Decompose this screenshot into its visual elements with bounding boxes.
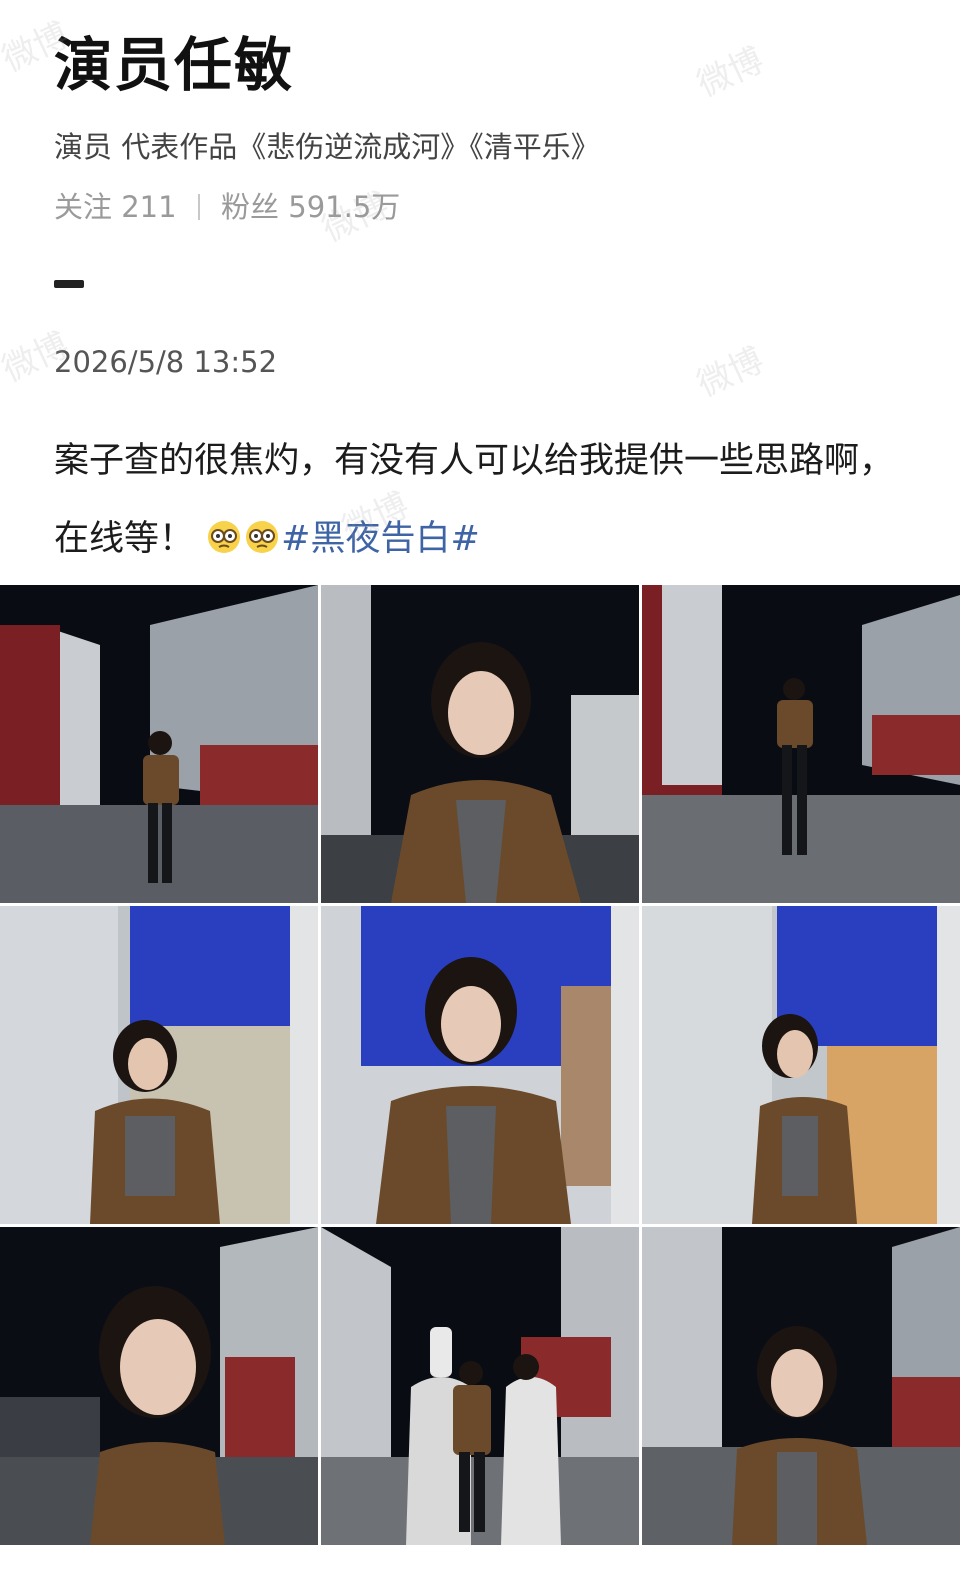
photo-4[interactable] [0, 906, 318, 1224]
photo-3[interactable] [642, 585, 960, 903]
confused-glasses-emoji-icon [244, 505, 280, 553]
confused-glasses-emoji-icon [206, 505, 242, 553]
followers-count[interactable]: 591.5万 [288, 190, 400, 224]
profile-description: 演员 代表作品《悲伤逆流成河》《清平乐》 [54, 130, 600, 164]
photo-8[interactable] [321, 1227, 639, 1545]
photo-7[interactable] [0, 1227, 318, 1545]
followers-label[interactable]: 粉丝 [221, 190, 279, 224]
photo-6[interactable] [642, 906, 960, 1224]
photo-5[interactable] [321, 906, 639, 1224]
stats-divider [197, 194, 200, 220]
watermark: 微博 [691, 340, 770, 406]
section-divider [54, 280, 84, 288]
following-label[interactable]: 关注 [54, 190, 112, 224]
post-body: 案子查的很焦灼，有没有人可以给我提供一些思路啊，在线等！ #黑夜告白# [54, 422, 914, 578]
profile-name[interactable]: 演员任敏 [54, 18, 294, 102]
photo-9[interactable] [642, 1227, 960, 1545]
watermark: 微博 [691, 40, 770, 106]
hashtag-link[interactable]: #黑夜告白# [281, 519, 480, 559]
post-timestamp: 2026/5/8 13:52 [54, 345, 278, 379]
following-count[interactable]: 211 [121, 190, 176, 224]
photo-1[interactable] [0, 585, 318, 903]
photo-2[interactable] [321, 585, 639, 903]
profile-stats: 关注 211 粉丝 591.5万 [54, 184, 400, 226]
photo-grid [0, 585, 960, 1545]
